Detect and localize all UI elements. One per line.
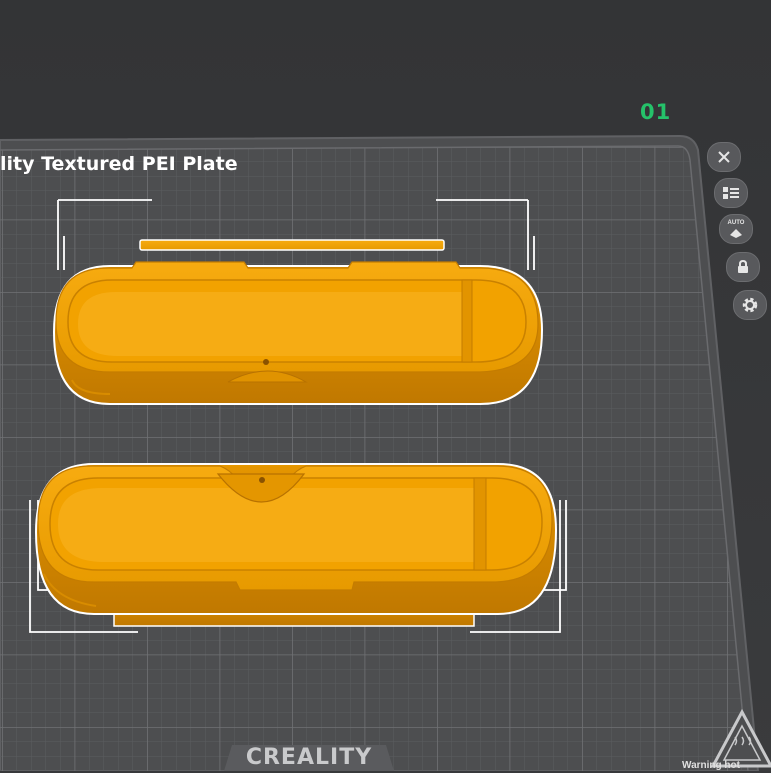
hot-bed-warning-text: Warning hot: [682, 760, 740, 771]
lock-plate-button[interactable]: [726, 252, 760, 282]
close-plate-button[interactable]: [707, 142, 741, 172]
plate-type-title: lity Textured PEI Plate: [0, 153, 238, 175]
auto-orient-button[interactable]: AUTO: [719, 214, 753, 244]
plate-index-label: 01: [640, 100, 672, 124]
close-icon: [718, 151, 730, 163]
gear-icon: [742, 297, 758, 313]
brand-plate-logo: CREALITY: [224, 743, 394, 771]
list-icon: [723, 187, 739, 199]
3d-viewport[interactable]: 01 lity Textured PEI Plate AUTO CREALITY…: [0, 0, 771, 771]
lock-icon: [738, 259, 748, 273]
arrange-list-button[interactable]: [714, 178, 748, 208]
case-base-model: [29, 463, 567, 633]
auto-label: AUTO: [727, 219, 745, 226]
auto-icon: [730, 228, 742, 238]
brand-name: CREALITY: [245, 745, 373, 770]
plate-settings-button[interactable]: [733, 290, 767, 320]
